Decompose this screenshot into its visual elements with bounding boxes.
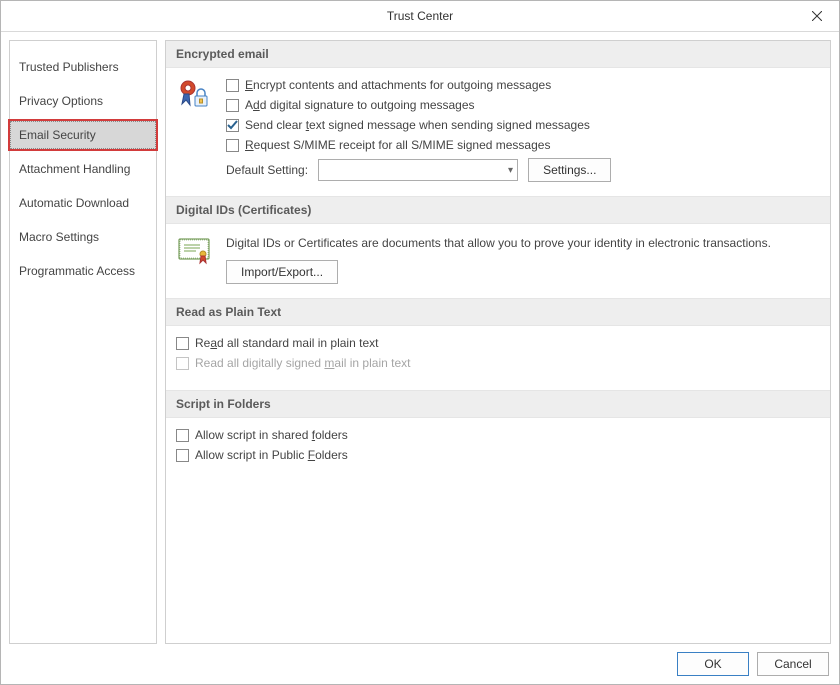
- sidebar-item-email-security[interactable]: Email Security: [10, 121, 156, 149]
- label-allow-script-shared: Allow script in shared folders: [195, 428, 348, 442]
- label-read-signed-plain: Read all digitally signed mail in plain …: [195, 356, 410, 370]
- ok-button[interactable]: OK: [677, 652, 749, 676]
- digital-ids-description: Digital IDs or Certificates are document…: [226, 236, 820, 250]
- section-header-digital-ids: Digital IDs (Certificates): [166, 196, 830, 224]
- section-header-script-in-folders: Script in Folders: [166, 390, 830, 418]
- label-add-digital-signature: Add digital signature to outgoing messag…: [245, 98, 475, 112]
- sidebar-item-automatic-download[interactable]: Automatic Download: [10, 189, 156, 217]
- settings-button[interactable]: Settings...: [528, 158, 611, 182]
- import-export-button[interactable]: Import/Export...: [226, 260, 338, 284]
- close-button[interactable]: [794, 1, 839, 30]
- window-title: Trust Center: [387, 9, 453, 23]
- dialog-footer: OK Cancel: [1, 644, 839, 684]
- label-request-smime-receipt: Request S/MIME receipt for all S/MIME si…: [245, 138, 550, 152]
- sidebar-item-privacy-options[interactable]: Privacy Options: [10, 87, 156, 115]
- cancel-button[interactable]: Cancel: [757, 652, 829, 676]
- default-setting-label: Default Setting:: [226, 163, 308, 177]
- default-setting-select[interactable]: ▾: [318, 159, 518, 181]
- checkbox-encrypt-contents[interactable]: [226, 79, 239, 92]
- label-allow-script-public: Allow script in Public Folders: [195, 448, 348, 462]
- checkbox-allow-script-shared[interactable]: [176, 429, 189, 442]
- checkbox-read-signed-plain: [176, 357, 189, 370]
- label-send-clear-text: Send clear text signed message when send…: [245, 118, 590, 132]
- section-header-encrypted-email: Encrypted email: [166, 41, 830, 68]
- close-icon: [812, 11, 822, 21]
- sidebar-item-attachment-handling[interactable]: Attachment Handling: [10, 155, 156, 183]
- titlebar: Trust Center: [1, 1, 839, 32]
- checkbox-allow-script-public[interactable]: [176, 449, 189, 462]
- sidebar-item-trusted-publishers[interactable]: Trusted Publishers: [10, 53, 156, 81]
- label-read-standard-plain: Read all standard mail in plain text: [195, 336, 378, 350]
- certificate-icon: [178, 234, 210, 266]
- content-pane: Encrypted email Encrypt conten: [165, 40, 831, 644]
- label-encrypt-contents: Encrypt contents and attachments for out…: [245, 78, 551, 92]
- checkbox-request-smime-receipt[interactable]: [226, 139, 239, 152]
- sidebar: Trusted Publishers Privacy Options Email…: [9, 40, 157, 644]
- section-header-read-plain-text: Read as Plain Text: [166, 298, 830, 326]
- checkbox-add-digital-signature[interactable]: [226, 99, 239, 112]
- sidebar-item-macro-settings[interactable]: Macro Settings: [10, 223, 156, 251]
- checkbox-send-clear-text[interactable]: [226, 119, 239, 132]
- sidebar-item-programmatic-access[interactable]: Programmatic Access: [10, 257, 156, 285]
- ribbon-lock-icon: [178, 78, 210, 110]
- checkbox-read-standard-plain[interactable]: [176, 337, 189, 350]
- chevron-down-icon: ▾: [508, 165, 513, 176]
- trust-center-dialog: Trust Center Trusted Publishers Privacy …: [0, 0, 840, 685]
